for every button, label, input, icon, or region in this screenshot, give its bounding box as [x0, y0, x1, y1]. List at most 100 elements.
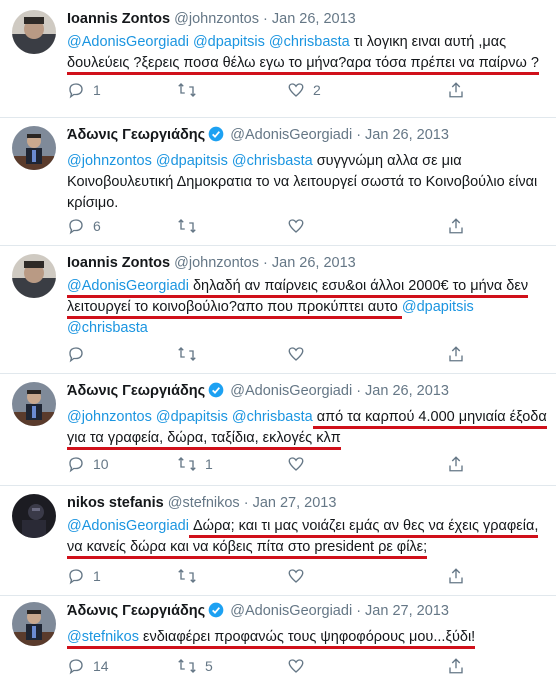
- verified-badge-icon: [208, 602, 224, 623]
- retweet-button[interactable]: 5: [177, 656, 213, 676]
- reply-button[interactable]: 14: [67, 656, 109, 676]
- reply-icon: [69, 83, 83, 99]
- tweet[interactable]: Άδωνις Γεωργιάδης @AdonisGeorgiadi · Jan…: [0, 596, 556, 680]
- tweet-date[interactable]: · Jan 26, 2013: [356, 383, 449, 399]
- display-name[interactable]: Άδωνις Γεωργιάδης: [67, 603, 205, 619]
- like-button[interactable]: [287, 566, 313, 586]
- user-handle[interactable]: @AdonisGeorgiadi: [230, 383, 352, 399]
- share-button[interactable]: [447, 454, 465, 474]
- retweet-button[interactable]: [177, 344, 205, 364]
- retweet-button[interactable]: [177, 566, 205, 586]
- reply-button[interactable]: 1: [67, 566, 101, 586]
- tweet-header: Ioannis Zontos @johnzontos · Jan 26, 201…: [67, 10, 548, 28]
- mention-link[interactable]: @johnzontos @dpapitsis @chrisbasta: [67, 153, 313, 169]
- mention-link[interactable]: @AdonisGeorgiadi: [67, 278, 189, 298]
- user-handle[interactable]: @johnzontos: [174, 11, 259, 27]
- tweet-text: @AdonisGeorgiadi Δώρα; και τι μας νοιάζε…: [67, 516, 548, 559]
- like-button[interactable]: [287, 216, 313, 236]
- tweet[interactable]: Ioannis Zontos @johnzontos · Jan 26, 201…: [0, 246, 556, 374]
- share-button[interactable]: [447, 216, 465, 236]
- reply-count: 1: [93, 82, 101, 98]
- user-handle[interactable]: @AdonisGeorgiadi: [230, 603, 352, 619]
- tweet-text: @johnzontos @dpapitsis @chrisbasta από τ…: [67, 407, 548, 450]
- tweet-date[interactable]: · Jan 27, 2013: [356, 603, 449, 619]
- tweet-text-segment: να κανείς δώρα και να κόβεις πίτα στο pr…: [67, 539, 428, 559]
- display-name[interactable]: nikos stefanis: [67, 495, 164, 511]
- share-button[interactable]: [447, 656, 465, 676]
- tweet[interactable]: Άδωνις Γεωργιάδης @AdonisGeorgiadi · Jan…: [0, 374, 556, 486]
- tweet-actions: 6: [67, 216, 497, 236]
- verified-badge-icon: [208, 126, 224, 147]
- mention-link[interactable]: @stefnikos: [67, 629, 139, 649]
- mention-link[interactable]: @AdonisGeorgiadi: [67, 518, 189, 534]
- share-icon: [449, 218, 463, 234]
- display-name[interactable]: Ioannis Zontos: [67, 11, 170, 27]
- like-button[interactable]: 2: [287, 80, 321, 100]
- reply-icon: [69, 569, 83, 585]
- tweet-text-segment: δουλεύεις ?ξερεις ποσα θέλω εγω το μήνα?…: [67, 55, 539, 75]
- retweet-icon: [178, 659, 196, 673]
- tweet[interactable]: nikos stefanis @stefnikos · Jan 27, 2013…: [0, 486, 556, 596]
- display-name[interactable]: Άδωνις Γεωργιάδης: [67, 383, 205, 399]
- like-icon: [288, 83, 304, 97]
- like-button[interactable]: [287, 656, 313, 676]
- tweet-text-segment: λειτουργεί το κοινοβούλιο?απο που προκύπ…: [67, 299, 402, 319]
- avatar[interactable]: [12, 10, 56, 54]
- like-icon: [288, 457, 304, 471]
- display-name[interactable]: Άδωνις Γεωργιάδης: [67, 127, 205, 143]
- share-button[interactable]: [447, 80, 465, 100]
- reply-count: 1: [93, 568, 101, 584]
- mention-link[interactable]: @AdonisGeorgiadi @dpapitsis @chrisbasta: [67, 34, 350, 50]
- avatar[interactable]: [12, 602, 56, 646]
- retweet-button[interactable]: [177, 216, 205, 236]
- tweet[interactable]: Άδωνις Γεωργιάδης @AdonisGeorgiadi · Jan…: [0, 118, 556, 246]
- like-icon: [288, 569, 304, 583]
- retweet-button[interactable]: [177, 80, 205, 100]
- tweet-date[interactable]: · Jan 26, 2013: [356, 127, 449, 143]
- reply-icon: [69, 219, 83, 235]
- reply-button[interactable]: 10: [67, 454, 109, 474]
- retweet-icon: [178, 569, 196, 583]
- like-count: 2: [313, 82, 321, 98]
- share-button[interactable]: [447, 344, 465, 364]
- user-handle[interactable]: @AdonisGeorgiadi: [230, 127, 352, 143]
- retweet-icon: [178, 83, 196, 97]
- share-icon: [449, 346, 463, 362]
- tweet-header: Άδωνις Γεωργιάδης @AdonisGeorgiadi · Jan…: [67, 126, 548, 147]
- tweet-text-segment: από τα καρπού 4.000 μηνιαία έξοδα: [312, 409, 547, 429]
- retweet-count: 1: [205, 456, 213, 472]
- tweet-date[interactable]: · Jan 26, 2013: [263, 255, 356, 271]
- tweet-header: Άδωνις Γεωργιάδης @AdonisGeorgiadi · Jan…: [67, 602, 548, 623]
- avatar[interactable]: [12, 254, 56, 298]
- tweet-date[interactable]: · Jan 27, 2013: [244, 495, 337, 511]
- share-button[interactable]: [447, 566, 465, 586]
- avatar[interactable]: [12, 382, 56, 426]
- tweet-text-segment: κρίσιμο.: [67, 195, 119, 211]
- like-button[interactable]: [287, 454, 313, 474]
- reply-button[interactable]: [67, 344, 93, 364]
- like-button[interactable]: [287, 344, 313, 364]
- reply-button[interactable]: 1: [67, 80, 101, 100]
- retweet-button[interactable]: 1: [177, 454, 213, 474]
- reply-count: 14: [93, 658, 109, 674]
- mention-link[interactable]: @dpapitsis: [402, 299, 474, 315]
- tweet-text: @johnzontos @dpapitsis @chrisbasta συγγν…: [67, 151, 548, 214]
- avatar[interactable]: [12, 126, 56, 170]
- like-icon: [288, 219, 304, 233]
- avatar[interactable]: [12, 494, 56, 538]
- user-handle[interactable]: @stefnikos: [168, 495, 240, 511]
- retweet-icon: [178, 347, 196, 361]
- like-icon: [288, 347, 304, 361]
- tweet-header: nikos stefanis @stefnikos · Jan 27, 2013: [67, 494, 548, 512]
- reply-count: 6: [93, 218, 101, 234]
- tweet-text-segment: για τα γραφεία, δώρα, ταξίδια, εκλογές κ…: [67, 430, 341, 450]
- user-handle[interactable]: @johnzontos: [174, 255, 259, 271]
- reply-button[interactable]: 6: [67, 216, 101, 236]
- tweet-date[interactable]: · Jan 26, 2013: [263, 11, 356, 27]
- mention-link[interactable]: @chrisbasta: [67, 320, 148, 336]
- verified-badge-icon: [208, 382, 224, 403]
- tweet[interactable]: Ioannis Zontos @johnzontos · Jan 26, 201…: [0, 0, 556, 118]
- mention-link[interactable]: @johnzontos @dpapitsis @chrisbasta: [67, 409, 313, 425]
- display-name[interactable]: Ioannis Zontos: [67, 255, 170, 271]
- tweet-text-segment: Δώρα; και τι μας νοιάζει εμάς αν θες να …: [188, 518, 539, 538]
